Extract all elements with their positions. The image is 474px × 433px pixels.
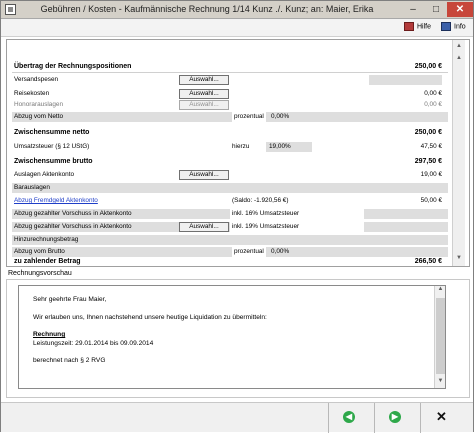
honorarauslagen-amount: 0,00 € xyxy=(424,101,442,108)
row-versandspesen: Versandspesen Auswahl... xyxy=(12,75,448,85)
divider xyxy=(12,72,448,73)
abzug-netto-percent[interactable]: 0,00% xyxy=(268,112,314,122)
row-barauslagen: Barauslagen xyxy=(12,183,448,193)
row-zu-zahlender-betrag: zu zahlender Betrag 266,50 € xyxy=(12,257,448,267)
umsatzsteuer-hierzu: hierzu xyxy=(232,143,250,150)
barauslagen-label: Barauslagen xyxy=(14,184,50,191)
vorschuss-19-label: Abzug gezahlter Vorschuss in Aktenkonto xyxy=(14,223,132,230)
abzug-netto-mode[interactable]: prozentual xyxy=(232,112,266,122)
abzug-brutto-mode[interactable]: prozentual xyxy=(232,247,266,257)
back-arrow-icon: ◀ xyxy=(343,411,355,423)
cancel-x-icon: ✕ xyxy=(436,409,447,424)
preview-period: Leistungszeit: 29.01.2014 bis 09.09.2014 xyxy=(33,340,154,347)
row-uebertrag: Übertrag der Rechnungspositionen 250,00 … xyxy=(12,62,448,72)
row-umsatzsteuer: Umsatzsteuer (§ 12 UStG) hierzu 19,00% 4… xyxy=(12,142,448,152)
table-scrollbar[interactable]: ▲ ▲ ▼ xyxy=(452,40,465,266)
info-button[interactable]: Info xyxy=(441,22,466,32)
help-button[interactable]: Hilfe xyxy=(404,22,431,32)
honorarauslagen-label: Honorarauslagen xyxy=(14,101,64,108)
auslagen-aktenkonto-amount: 19,00 € xyxy=(420,171,442,178)
row-vorschuss-19: Abzug gezahlter Vorschuss in Aktenkonto … xyxy=(12,222,448,232)
row-hinzurechnungsbetrag: Hinzurechnungsbetrag xyxy=(12,235,448,245)
preview-scroll-up-icon[interactable]: ▲ xyxy=(435,286,445,296)
reisekosten-select-button[interactable]: Auswahl... xyxy=(179,89,229,99)
fee-calculation-window: Gebühren / Kosten - Kaufmännische Rechnu… xyxy=(0,0,474,433)
versandspesen-select-button[interactable]: Auswahl... xyxy=(179,75,229,85)
preview-basis: berechnet nach § 2 RVG xyxy=(33,357,106,364)
scroll-down-arrow-icon[interactable]: ▼ xyxy=(453,252,465,264)
title-bar: Gebühren / Kosten - Kaufmännische Rechnu… xyxy=(1,1,473,19)
umsatzsteuer-amount: 47,50 € xyxy=(420,143,442,150)
help-bar: Hilfe Info xyxy=(1,19,473,37)
zwischensumme-brutto-label: Zwischensumme brutto xyxy=(14,158,93,165)
abzug-fremdgeld-saldo: (Saldo: -1.920,56 €) xyxy=(232,197,289,204)
reisekosten-label: Reisekosten xyxy=(14,90,50,97)
auslagen-aktenkonto-select-button[interactable]: Auswahl... xyxy=(179,170,229,180)
scroll-up-arrow-icon-secondary[interactable]: ▲ xyxy=(453,52,465,64)
forward-arrow-icon: ▶ xyxy=(389,411,401,423)
window-title: Gebühren / Kosten - Kaufmännische Rechnu… xyxy=(40,4,374,14)
zwischensumme-netto-amount: 250,00 € xyxy=(414,129,442,136)
umsatzsteuer-percent[interactable]: 19,00% xyxy=(266,142,312,152)
zu-zahlender-betrag-amount: 266,50 € xyxy=(414,258,442,265)
uebertrag-amount: 250,00 € xyxy=(414,63,442,70)
zwischensumme-brutto-amount: 297,50 € xyxy=(414,158,442,165)
preview-heading: Rechnung xyxy=(33,331,66,338)
preview-intro: Wir erlauben uns, Ihnen nachstehend unse… xyxy=(33,314,267,321)
abzug-brutto-percent[interactable]: 0,00% xyxy=(268,247,314,257)
auslagen-aktenkonto-label: Auslagen Aktenkonto xyxy=(14,171,75,178)
abzug-netto-label: Abzug vom Netto xyxy=(14,113,64,120)
close-button[interactable]: ✕ xyxy=(447,2,473,17)
reisekosten-amount: 0,00 € xyxy=(424,90,442,97)
versandspesen-label: Versandspesen xyxy=(14,76,59,83)
preview-salutation: Sehr geehrte Frau Maier, xyxy=(33,296,107,303)
row-abzug-brutto: Abzug vom Brutto prozentual 0,00% xyxy=(12,247,448,257)
bottom-toolbar: ◀ ▶ ✕ xyxy=(1,402,473,433)
versandspesen-amount-field[interactable] xyxy=(369,75,442,85)
preview-group-label: Rechnungsvorschau xyxy=(8,270,72,277)
row-reisekosten: Reisekosten Auswahl... 0,00 € xyxy=(12,89,448,99)
zwischensumme-netto-label: Zwischensumme netto xyxy=(14,129,90,136)
preview-scroll-down-icon[interactable]: ▼ xyxy=(435,378,445,388)
maximize-button[interactable]: □ xyxy=(427,2,445,17)
vorschuss-16-label: Abzug gezahlter Vorschuss in Aktenkonto xyxy=(14,210,132,217)
minimize-button[interactable]: – xyxy=(404,2,422,17)
row-zwischensumme-netto: Zwischensumme netto 250,00 € xyxy=(12,128,448,138)
abzug-brutto-label: Abzug vom Brutto xyxy=(14,248,65,255)
row-zwischensumme-brutto: Zwischensumme brutto 297,50 € xyxy=(12,157,448,167)
vorschuss-19-select-button[interactable]: Auswahl... xyxy=(179,222,229,232)
cancel-button[interactable]: ✕ xyxy=(420,403,473,433)
honorarauslagen-select-button[interactable]: Auswahl... xyxy=(179,100,229,110)
preview-scrollbar[interactable]: ▲ ▼ xyxy=(434,286,445,388)
hinzurechnungsbetrag-label: Hinzurechnungsbetrag xyxy=(14,236,79,243)
row-auslagen-aktenkonto: Auslagen Aktenkonto Auswahl... 19,00 € xyxy=(12,170,448,180)
abzug-fremdgeld-amount: 50,00 € xyxy=(420,197,442,204)
vorschuss-19-note: inkl. 19% Umsatzsteuer xyxy=(230,222,364,232)
umsatzsteuer-label: Umsatzsteuer (§ 12 UStG) xyxy=(14,143,90,150)
row-abzug-netto: Abzug vom Netto prozentual 0,00% xyxy=(12,112,448,122)
help-book-icon xyxy=(404,22,414,31)
info-icon xyxy=(441,22,451,31)
row-vorschuss-16: Abzug gezahlter Vorschuss in Aktenkonto … xyxy=(12,209,448,219)
zu-zahlender-betrag-label: zu zahlender Betrag xyxy=(14,258,81,265)
abzug-fremdgeld-link[interactable]: Abzug Fremdgeld Aktenkonto xyxy=(14,196,98,206)
fee-table-panel: Übertrag der Rechnungspositionen 250,00 … xyxy=(6,39,470,267)
vorschuss-16-note: inkl. 16% Umsatzsteuer xyxy=(230,209,364,219)
info-label: Info xyxy=(454,23,466,31)
uebertrag-label: Übertrag der Rechnungspositionen xyxy=(14,63,132,70)
preview-scroll-thumb[interactable] xyxy=(436,298,445,374)
help-label: Hilfe xyxy=(417,23,432,31)
scroll-up-arrow-icon[interactable]: ▲ xyxy=(453,40,465,52)
invoice-preview[interactable]: Sehr geehrte Frau Maier, Wir erlauben un… xyxy=(18,285,446,389)
row-abzug-fremdgeld: Abzug Fremdgeld Aktenkonto (Saldo: -1.92… xyxy=(12,196,448,206)
back-button[interactable]: ◀ xyxy=(328,403,372,433)
forward-button[interactable]: ▶ xyxy=(374,403,418,433)
row-honorarauslagen: Honorarauslagen Auswahl... 0,00 € xyxy=(12,100,448,110)
